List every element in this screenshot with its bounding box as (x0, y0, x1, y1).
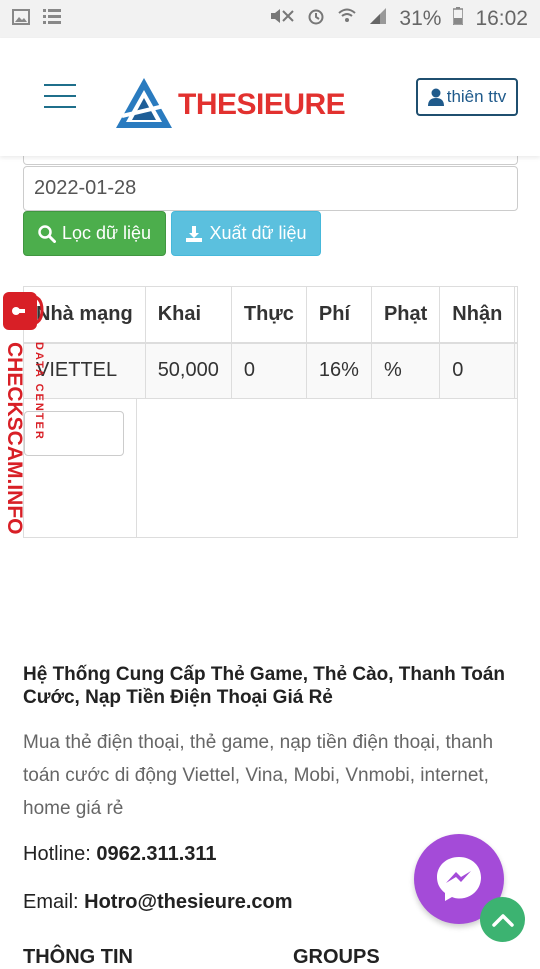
signal-icon (369, 7, 387, 31)
hamburger-menu-icon[interactable] (44, 84, 76, 108)
transactions-table: Nhà mạng Khai Thực Phí Phạt Nhận VIETTEL… (23, 286, 518, 538)
mute-icon (269, 7, 295, 31)
user-account-button[interactable]: thiên ttv (416, 78, 518, 116)
clock: 16:02 (475, 7, 528, 30)
column-header-declared[interactable]: Khai (145, 287, 232, 344)
battery-icon (452, 7, 465, 31)
battery-percent: 31% (399, 7, 442, 30)
scroll-to-top-button[interactable] (480, 897, 525, 942)
status-bar: 31% 16:02 (0, 0, 540, 38)
column-header-actual[interactable]: Thực (231, 287, 307, 344)
table-header-row: Nhà mạng Khai Thực Phí Phạt Nhận (24, 287, 517, 344)
messenger-icon (437, 857, 481, 901)
email-label: Email: (23, 891, 85, 913)
footer-hotline: Hotline: 0962.311.311 (23, 843, 217, 866)
column-header-fee[interactable]: Phí (306, 287, 372, 344)
column-header-penalty[interactable]: Phạt (371, 287, 441, 344)
cell-penalty: % (371, 343, 441, 399)
site-header: THESIEURE thiên ttv (0, 38, 540, 156)
column-header-extra (514, 287, 517, 344)
filter-button-label: Lọc dữ liệu (61, 223, 152, 243)
footer-description: Mua thẻ điện thoại, thẻ game, nạp tiền đ… (23, 732, 494, 819)
export-data-button[interactable]: Xuất dữ liệu (171, 211, 321, 256)
cell-fee: 16% (306, 343, 372, 399)
email-link[interactable]: Hotro@thesieure.com (84, 891, 292, 913)
cell-declared: 50,000 (145, 343, 232, 399)
user-name-label: thiên ttv (446, 87, 507, 106)
image-icon (12, 7, 30, 31)
date-input-value: 2022-01-28 (34, 177, 137, 199)
column-header-received[interactable]: Nhận (439, 287, 516, 344)
download-icon (186, 225, 203, 242)
footer-title: Hệ Thống Cung Cấp Thẻ Game, Thẻ Cào, Tha… (23, 664, 506, 708)
hotline-label: Hotline: (23, 843, 97, 865)
logo-mark-icon (116, 78, 172, 128)
alarm-icon (307, 7, 325, 31)
table-row: VIETTEL 50,000 0 16% % 0 (24, 343, 517, 399)
search-icon (38, 224, 56, 243)
watermark-brand: CHECKSCAM.INFO (3, 342, 26, 535)
cell-received: 0 (439, 343, 516, 399)
cell-extra (514, 343, 517, 399)
footer-groups-heading: GROUPS (293, 946, 380, 968)
list-icon (42, 7, 62, 31)
watermark-subtitle: DATA CENTER (33, 342, 45, 441)
checkscam-watermark: CHECKSCAM.INFO DATA CENTER (0, 290, 60, 550)
status-bar-right: 31% 16:02 (269, 7, 528, 31)
filter-data-button[interactable]: Lọc dữ liệu (23, 211, 166, 256)
hotline-number-link[interactable]: 0962.311.311 (96, 843, 216, 865)
export-button-label: Xuất dữ liệu (209, 223, 307, 243)
cell-actual: 0 (231, 343, 307, 399)
footer-info-heading: THÔNG TIN (23, 946, 133, 968)
wifi-icon (337, 7, 357, 31)
footer-email: Email: Hotro@thesieure.com (23, 891, 293, 914)
column-divider (136, 399, 137, 537)
date-input[interactable]: 2022-01-28 (23, 166, 518, 211)
logo-text: THESIEURE (178, 88, 346, 121)
chevron-up-icon (491, 913, 514, 927)
user-icon (427, 88, 444, 106)
status-bar-left (12, 7, 62, 31)
site-logo[interactable]: THESIEURE (114, 76, 346, 134)
